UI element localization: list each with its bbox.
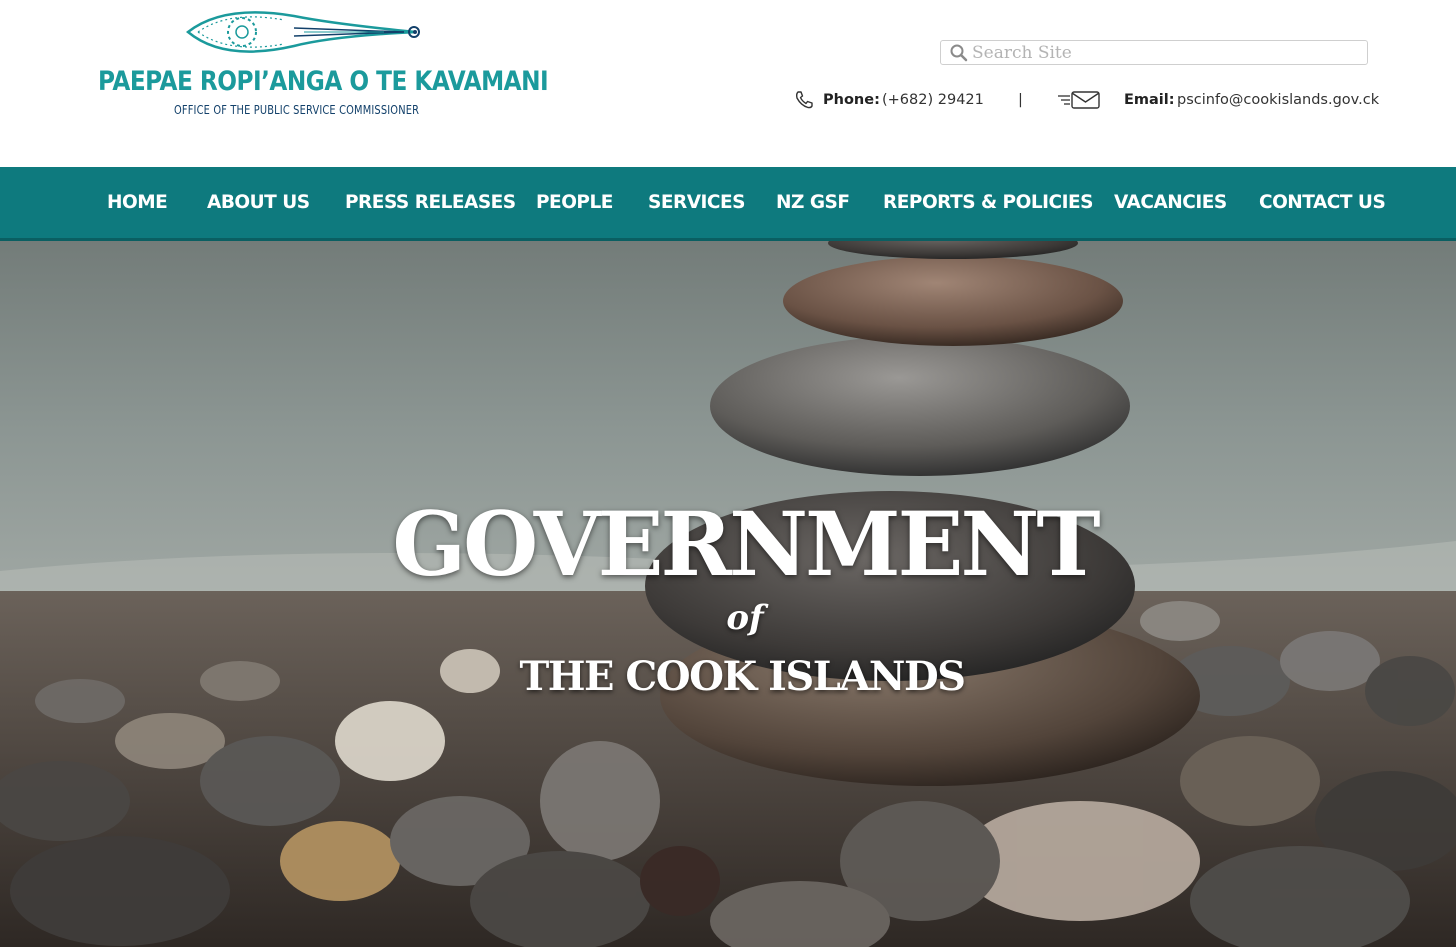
- hero-banner: GOVERNMENT of THE COOK ISLANDS: [0, 241, 1456, 947]
- hero-title: GOVERNMENT: [392, 492, 1100, 596]
- logo-canoe-mark-icon: [186, 11, 420, 53]
- site-logo[interactable]: PAEPAE ROPI’ANGA O TE KAVAMANI OFFICE OF…: [88, 6, 549, 134]
- nav-item-home[interactable]: HOME: [107, 167, 168, 238]
- phone-label: Phone:: [823, 92, 880, 108]
- hero-subtitle: THE COOK ISLANDS: [519, 653, 966, 700]
- main-navigation: HOME ABOUT US PRESS RELEASES PEOPLE SERV…: [0, 167, 1456, 241]
- logo-subtitle: OFFICE OF THE PUBLIC SERVICE COMMISSIONE…: [174, 103, 420, 117]
- hero-connector: of: [726, 598, 764, 638]
- nav-item-press-releases[interactable]: PRESS RELEASES: [345, 167, 516, 238]
- search-icon[interactable]: [949, 43, 969, 63]
- nav-item-people[interactable]: PEOPLE: [536, 167, 613, 238]
- search-box: [940, 40, 1368, 65]
- logo-title: PAEPAE ROPI’ANGA O TE KAVAMANI: [98, 66, 549, 97]
- contact-info: Phone: (+682) 29421 | Email: pscinfo@coo…: [794, 88, 1394, 112]
- nav-item-vacancies[interactable]: VACANCIES: [1114, 167, 1227, 238]
- email-label: Email:: [1124, 92, 1175, 108]
- search-input[interactable]: [972, 41, 1352, 64]
- phone-icon: [795, 91, 813, 109]
- nav-item-about-us[interactable]: ABOUT US: [207, 167, 310, 238]
- contact-separator: |: [1018, 92, 1023, 108]
- nav-item-contact-us[interactable]: CONTACT US: [1259, 167, 1386, 238]
- phone-number[interactable]: (+682) 29421: [882, 88, 984, 112]
- email-address-link[interactable]: pscinfo@cookislands.gov.ck: [1177, 88, 1379, 112]
- nav-item-reports-policies[interactable]: REPORTS & POLICIES: [883, 167, 1093, 238]
- nav-item-services[interactable]: SERVICES: [648, 167, 745, 238]
- mail-icon: [1058, 91, 1100, 109]
- site-header: PAEPAE ROPI’ANGA O TE KAVAMANI OFFICE OF…: [0, 0, 1456, 167]
- nav-item-nz-gsf[interactable]: NZ GSF: [776, 167, 850, 238]
